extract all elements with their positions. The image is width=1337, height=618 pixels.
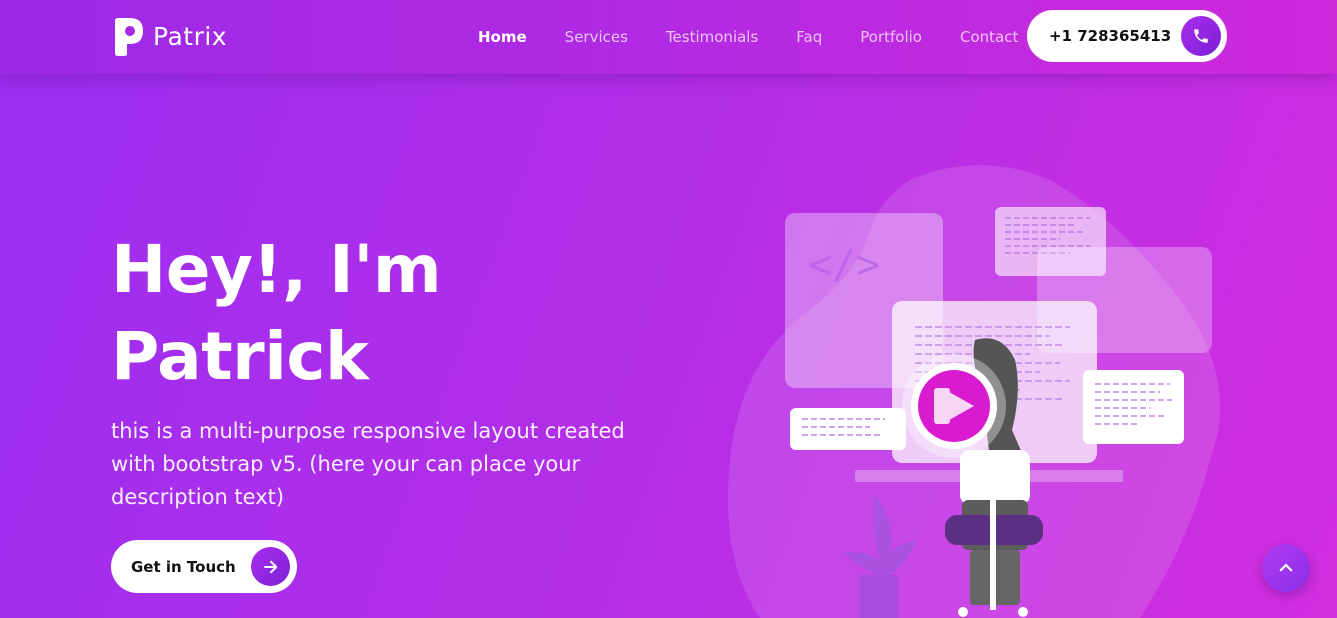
hero-illustration: </> bbox=[720, 160, 1240, 618]
nav-services[interactable]: Services bbox=[565, 28, 628, 46]
back-to-top-button[interactable] bbox=[1262, 544, 1310, 592]
nav-portfolio[interactable]: Portfolio bbox=[860, 28, 922, 46]
hero-title: Hey!, I'm Patrick bbox=[111, 226, 671, 400]
arrow-right-icon bbox=[251, 547, 290, 586]
nav-faq[interactable]: Faq bbox=[796, 28, 822, 46]
phone-number: +1 728365413 bbox=[1049, 27, 1172, 45]
hero-description: this is a multi-purpose responsive layou… bbox=[111, 419, 625, 509]
navbar: Patrix Home Services Testimonials Faq Po… bbox=[0, 0, 1337, 74]
play-icon[interactable] bbox=[914, 366, 994, 446]
nav-testimonials[interactable]: Testimonials bbox=[666, 28, 758, 46]
hero-title-line-2: Patrick bbox=[111, 318, 369, 395]
p-logo-icon bbox=[113, 16, 145, 57]
phone-icon bbox=[1181, 16, 1221, 56]
get-in-touch-label: Get in Touch bbox=[131, 557, 236, 576]
chevron-up-icon bbox=[1279, 563, 1293, 572]
nav-home[interactable]: Home bbox=[478, 28, 527, 46]
get-in-touch-button[interactable]: Get in Touch bbox=[111, 540, 297, 593]
main-nav: Home Services Testimonials Faq Portfolio… bbox=[478, 28, 1056, 46]
hero-title-line-1: Hey!, I'm bbox=[111, 231, 442, 308]
phone-button[interactable]: +1 728365413 bbox=[1027, 10, 1227, 62]
code-tag-text: </> bbox=[808, 242, 880, 288]
nav-contact[interactable]: Contact bbox=[960, 28, 1018, 46]
brand[interactable]: Patrix bbox=[113, 16, 227, 57]
brand-name: Patrix bbox=[153, 22, 228, 51]
